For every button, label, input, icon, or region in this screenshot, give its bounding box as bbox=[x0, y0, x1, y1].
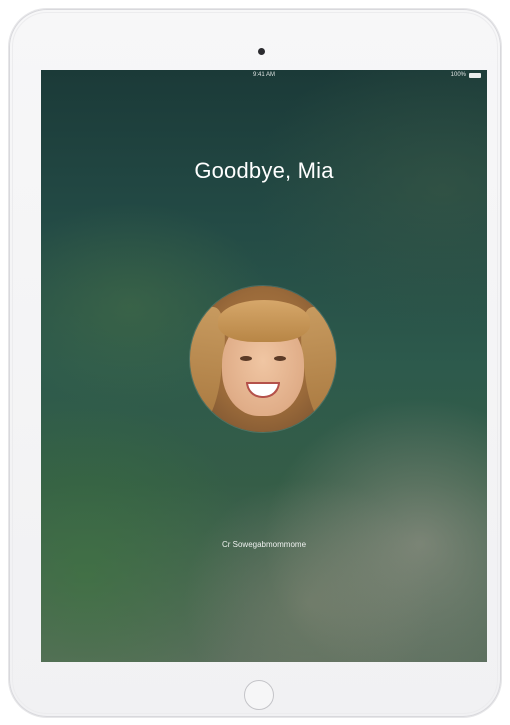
user-avatar[interactable] bbox=[190, 286, 336, 432]
status-bar: 9:41 AM 100% bbox=[41, 70, 487, 82]
lock-screen: 9:41 AM 100% Goodbye, Mia Cr Sowegabmomm… bbox=[41, 70, 487, 662]
avatar-bangs bbox=[218, 300, 310, 342]
greeting-title: Goodbye, Mia bbox=[194, 158, 334, 183]
front-camera-icon bbox=[258, 48, 265, 55]
status-right-group: 100% bbox=[451, 72, 481, 78]
wifi-icon bbox=[47, 73, 51, 77]
status-time: 9:41 AM bbox=[252, 72, 275, 78]
unlock-hint-text: Cr Sowegabmommome bbox=[221, 540, 307, 549]
avatar-eye-right bbox=[274, 356, 286, 361]
avatar-eye-left bbox=[240, 356, 252, 361]
battery-icon bbox=[469, 72, 481, 78]
battery-percent: 100% bbox=[450, 72, 466, 78]
home-button-icon[interactable] bbox=[244, 680, 274, 710]
